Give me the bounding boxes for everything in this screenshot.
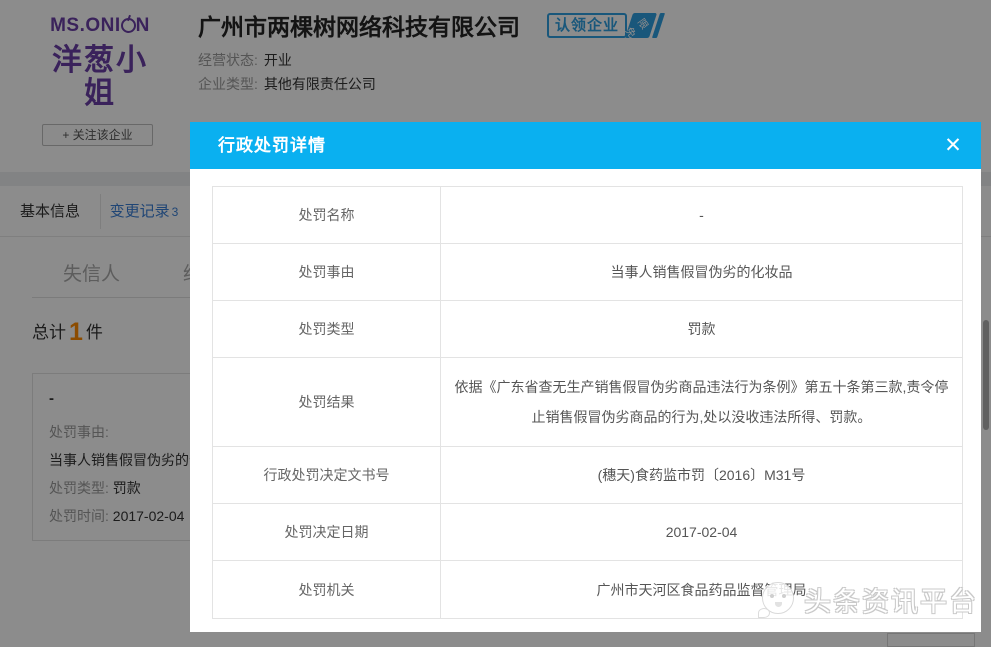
row-label: 处罚决定日期 — [213, 504, 441, 560]
row-value: 当事人销售假冒伪劣的化妆品 — [610, 264, 793, 280]
table-row-penalty-name: 处罚名称 - — [213, 187, 962, 244]
penalty-detail-modal: 行政处罚详情 ✕ 处罚名称 - 处罚事由 当事人销售假冒伪劣的化妆品 处罚类型 … — [190, 122, 981, 632]
table-row-decision-date: 处罚决定日期 2017-02-04 — [213, 504, 962, 561]
watermark-mascot-icon — [758, 581, 796, 618]
table-row-penalty-reason: 处罚事由 当事人销售假冒伪劣的化妆品 — [213, 244, 962, 301]
row-value: 罚款 — [687, 321, 716, 337]
table-row-penalty-result: 处罚结果 依据《广东省查无生产销售假冒伪劣商品违法行为条例》第五十条第三款,责令… — [213, 358, 962, 447]
mascot-speech-bubble — [758, 607, 770, 618]
table-row-document-number: 行政处罚决定文书号 (穗天)食药监市罚〔2016〕M31号 — [213, 447, 962, 504]
row-label: 处罚类型 — [213, 301, 441, 357]
close-icon[interactable]: ✕ — [939, 132, 967, 160]
row-value: - — [699, 207, 704, 223]
modal-header: 行政处罚详情 ✕ — [190, 122, 981, 169]
row-label: 处罚机关 — [213, 561, 441, 618]
row-value: 2017-02-04 — [665, 524, 738, 540]
row-label: 处罚事由 — [213, 244, 441, 300]
table-row-penalty-type: 处罚类型 罚款 — [213, 301, 962, 358]
watermark-text: 头条资讯平台 — [804, 587, 978, 617]
modal-title: 行政处罚详情 — [218, 136, 326, 155]
row-value: (穗天)食药监市罚〔2016〕M31号 — [597, 467, 806, 483]
penalty-detail-table: 处罚名称 - 处罚事由 当事人销售假冒伪劣的化妆品 处罚类型 罚款 处罚结果 依… — [212, 186, 963, 619]
row-value: 依据《广东省查无生产销售假冒伪劣商品违法行为条例》第五十条第三款,责令停止销售假… — [454, 379, 949, 425]
row-label: 处罚结果 — [213, 358, 441, 446]
watermark: 头条资讯平台 — [758, 580, 978, 619]
row-label: 处罚名称 — [213, 187, 441, 243]
row-label: 行政处罚决定文书号 — [213, 447, 441, 503]
